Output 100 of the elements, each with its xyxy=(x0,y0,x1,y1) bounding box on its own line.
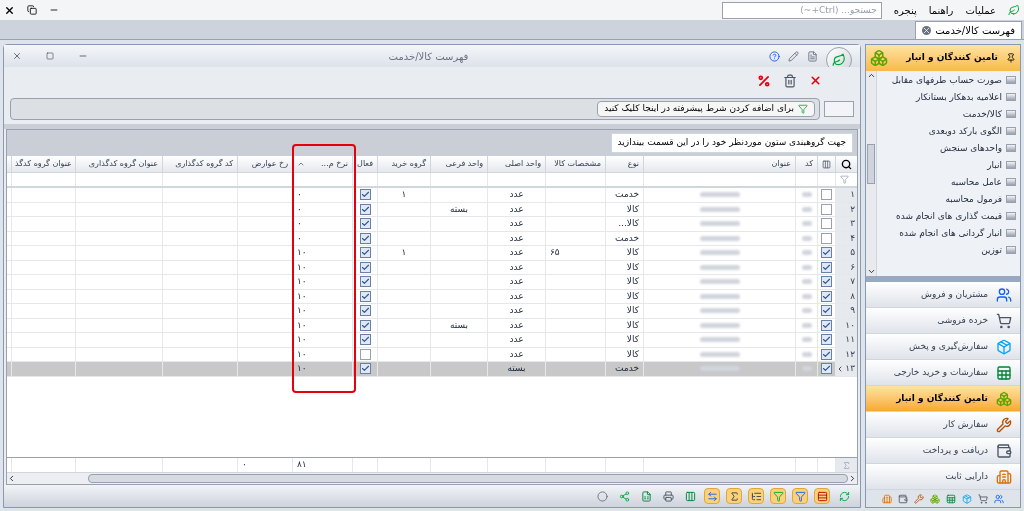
table-row[interactable]: ۱ خدمت عدد ۱ ۰ xyxy=(7,188,857,203)
row-checkbox[interactable] xyxy=(821,218,832,230)
sidebar-item[interactable]: صورت حساب طرفهای مقابل xyxy=(877,71,1016,88)
table-row[interactable]: ۷ کالا عدد ۱۰ xyxy=(7,275,857,290)
table-row[interactable]: ۵ کالا ۶۵ عدد ۱ ۱۰ xyxy=(7,246,857,261)
section-button[interactable]: دریافت و پرداخت xyxy=(866,438,1020,464)
active-checkbox[interactable] xyxy=(359,290,371,302)
active-checkbox[interactable] xyxy=(359,232,371,244)
building-icon[interactable] xyxy=(882,493,892,504)
active-checkbox[interactable] xyxy=(359,247,371,259)
column-header[interactable]: کد گروه کدگذاری xyxy=(163,158,237,170)
column-header[interactable]: مشخصات کالا xyxy=(546,158,605,170)
column-header[interactable]: نرخ م... xyxy=(293,158,352,170)
horizontal-scrollbar[interactable] xyxy=(7,472,857,484)
section-button[interactable]: خرده فروشی xyxy=(866,308,1020,334)
sidebar-item[interactable]: کالا/خدمت xyxy=(877,105,1016,122)
maximize-icon[interactable] xyxy=(46,52,54,60)
column-header[interactable]: کد xyxy=(796,158,817,170)
wrench-icon[interactable] xyxy=(914,493,924,504)
close-icon[interactable] xyxy=(4,4,15,16)
filter-field[interactable] xyxy=(824,101,854,117)
row-checkbox[interactable] xyxy=(821,319,832,331)
column-header[interactable]: رخ عوارض xyxy=(238,158,292,170)
pin-icon[interactable] xyxy=(1006,53,1016,63)
rows-icon[interactable] xyxy=(814,488,830,504)
scroll-left-icon[interactable] xyxy=(7,474,16,483)
column-header[interactable]: واحد اصلی xyxy=(488,158,545,170)
table-row[interactable]: ۸ کالا عدد ۱۰ xyxy=(7,289,857,304)
table-row[interactable]: ۶ کالا عدد ۱۰ xyxy=(7,260,857,275)
active-checkbox[interactable] xyxy=(359,218,371,230)
section-button[interactable]: تامین کنندگان و انبار xyxy=(866,386,1020,412)
delete-icon[interactable] xyxy=(809,74,822,87)
search-field[interactable]: جستجو... (Ctrl+~) xyxy=(721,1,882,19)
help-icon[interactable] xyxy=(769,50,780,62)
column-header[interactable]: گروه خرید xyxy=(378,158,430,170)
scroll-down-icon[interactable] xyxy=(866,267,876,276)
row-checkbox[interactable] xyxy=(821,189,832,201)
active-checkbox[interactable] xyxy=(359,348,371,360)
active-checkbox[interactable] xyxy=(359,319,371,331)
sidebar-item[interactable]: اعلامیه بدهکار بستانکار xyxy=(877,88,1016,105)
column-header[interactable]: نوع xyxy=(606,158,643,170)
sum-icon[interactable] xyxy=(726,488,742,504)
document-icon[interactable] xyxy=(807,50,818,62)
section-button[interactable]: دارایی ثابت xyxy=(866,464,1020,490)
row-checkbox[interactable] xyxy=(821,232,832,244)
section-button[interactable]: سفارش‌گیری و پخش xyxy=(866,334,1020,360)
menu-item[interactable]: عملیات xyxy=(965,2,996,18)
table-row[interactable]: ۹ کالا عدد ۱۰ xyxy=(7,304,857,319)
active-checkbox[interactable] xyxy=(359,363,371,375)
active-checkbox[interactable] xyxy=(359,334,371,346)
print-icon[interactable] xyxy=(660,488,676,504)
column-header[interactable]: عنوان xyxy=(644,158,795,170)
scroll-right-icon[interactable] xyxy=(848,474,857,483)
table-row[interactable]: ۴ خدمت عدد ۰ xyxy=(7,231,857,246)
section-button[interactable]: مشتریان و فروش xyxy=(866,282,1020,308)
sidebar-item[interactable]: فرمول محاسبه xyxy=(877,190,1016,207)
trash-icon[interactable] xyxy=(783,73,797,88)
row-checkbox[interactable] xyxy=(821,305,832,317)
column-header[interactable]: واحد فرعی xyxy=(431,158,487,170)
scroll-thumb[interactable] xyxy=(867,143,875,184)
active-checkbox[interactable] xyxy=(359,305,371,317)
sidebar-item[interactable]: عامل محاسبه xyxy=(877,173,1016,190)
filter-icon[interactable] xyxy=(770,488,786,504)
circle-icon[interactable] xyxy=(594,488,610,504)
row-checkbox[interactable] xyxy=(821,334,832,346)
menu-item[interactable]: راهنما xyxy=(928,2,954,18)
table-row[interactable]: ۱۱ کالا عدد ۱۰ xyxy=(7,333,857,348)
menu-item[interactable]: پنجره xyxy=(893,2,917,18)
wallet-icon[interactable] xyxy=(898,493,908,504)
scroll-thumb[interactable] xyxy=(88,474,848,483)
column-header[interactable]: عنوان گروه کدگذ xyxy=(12,158,75,170)
group-icon[interactable] xyxy=(748,488,764,504)
table-row[interactable]: ۳ کالا... عدد ۰ xyxy=(7,217,857,232)
document-tab[interactable]: فهرست کالا/خدمت xyxy=(915,21,1022,39)
select-all-icon[interactable] xyxy=(822,159,831,169)
column-header[interactable]: فعال xyxy=(353,158,377,170)
search-icon[interactable] xyxy=(841,158,852,170)
sidebar-item[interactable]: واحدهای سنجش xyxy=(877,139,1016,156)
section-button[interactable]: سفارشات و خرید خارجی xyxy=(866,360,1020,386)
table-row[interactable]: ۱۰ کالا عدد بسته ۱۰ xyxy=(7,318,857,333)
sidebar-item[interactable]: الگوی بارکد دوبعدی xyxy=(877,122,1016,139)
sidebar-item[interactable]: انبار گردانی های انجام شده xyxy=(877,224,1016,241)
sidebar-item[interactable]: توزین xyxy=(877,241,1016,258)
people-icon[interactable] xyxy=(994,493,1004,504)
sidebar-item[interactable]: قیمت گذاری های انجام شده xyxy=(877,207,1016,224)
table-row[interactable]: ۱۳ خدمت بسته ۱۰ xyxy=(7,362,857,377)
cart-icon[interactable] xyxy=(978,493,988,504)
row-checkbox[interactable] xyxy=(821,363,832,375)
row-checkbox[interactable] xyxy=(821,203,832,215)
percent-icon[interactable] xyxy=(757,73,771,88)
sidebar-item[interactable]: انبار xyxy=(877,156,1016,173)
row-checkbox[interactable] xyxy=(821,276,832,288)
active-checkbox[interactable] xyxy=(359,261,371,273)
row-checkbox[interactable] xyxy=(821,247,832,259)
active-checkbox[interactable] xyxy=(359,189,371,201)
advanced-filter-button[interactable]: برای اضافه کردن شرط پیشرفته در اینجا کلیک کنید xyxy=(597,101,815,117)
filter-icon[interactable] xyxy=(792,488,808,504)
sheet-icon[interactable] xyxy=(946,493,956,504)
scrollbar[interactable] xyxy=(866,71,877,276)
scroll-up-icon[interactable] xyxy=(866,71,876,80)
